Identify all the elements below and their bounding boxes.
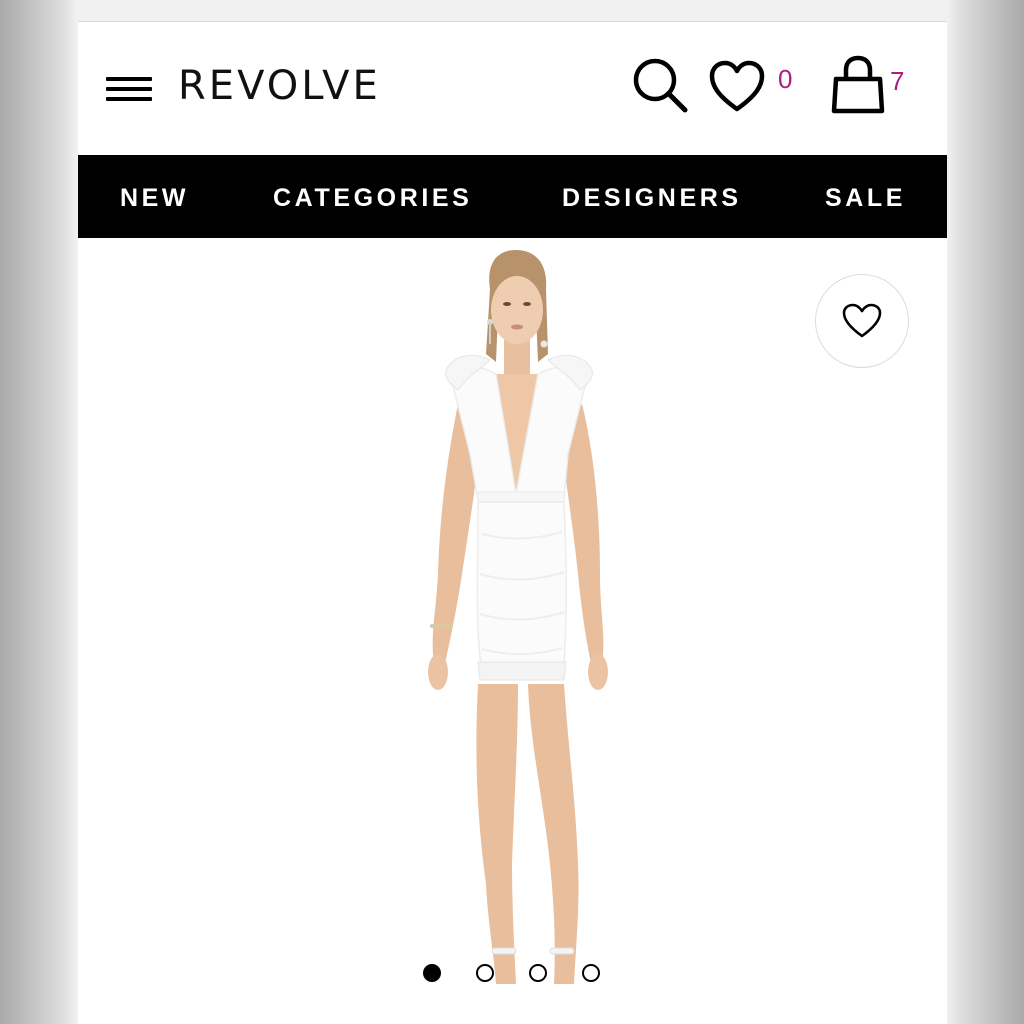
nav-item-new[interactable]: NEW bbox=[120, 183, 189, 213]
menu-icon[interactable] bbox=[106, 74, 152, 104]
nav-item-categories[interactable]: CATEGORIES bbox=[273, 183, 472, 213]
nav-item-sale[interactable]: SALE bbox=[825, 183, 906, 213]
carousel-dot[interactable] bbox=[476, 964, 494, 982]
product-image-carousel[interactable] bbox=[78, 238, 947, 1024]
brand-logo[interactable]: REVOLVE bbox=[178, 60, 381, 112]
carousel-dot[interactable] bbox=[529, 964, 547, 982]
bag-icon[interactable] bbox=[829, 55, 887, 117]
heart-icon[interactable] bbox=[709, 59, 769, 115]
site-header: REVOLVE 0 7 bbox=[78, 22, 947, 154]
status-strip bbox=[78, 0, 947, 22]
app-screen: REVOLVE 0 7 NEW CATEGORIES DESIGNERS SAL… bbox=[78, 0, 947, 1024]
favorites-count-badge: 0 bbox=[778, 64, 793, 94]
add-to-wishlist-button[interactable] bbox=[815, 274, 909, 368]
carousel-pagination bbox=[423, 964, 603, 984]
product-photo bbox=[428, 250, 608, 984]
nav-item-designers[interactable]: DESIGNERS bbox=[562, 183, 742, 213]
carousel-dot[interactable] bbox=[423, 964, 441, 982]
bag-count-badge: 7 bbox=[890, 66, 905, 96]
search-icon[interactable] bbox=[631, 56, 693, 118]
carousel-dot[interactable] bbox=[582, 964, 600, 982]
wishlist-heart-icon bbox=[842, 303, 882, 338]
category-nav: NEW CATEGORIES DESIGNERS SALE bbox=[78, 155, 947, 238]
